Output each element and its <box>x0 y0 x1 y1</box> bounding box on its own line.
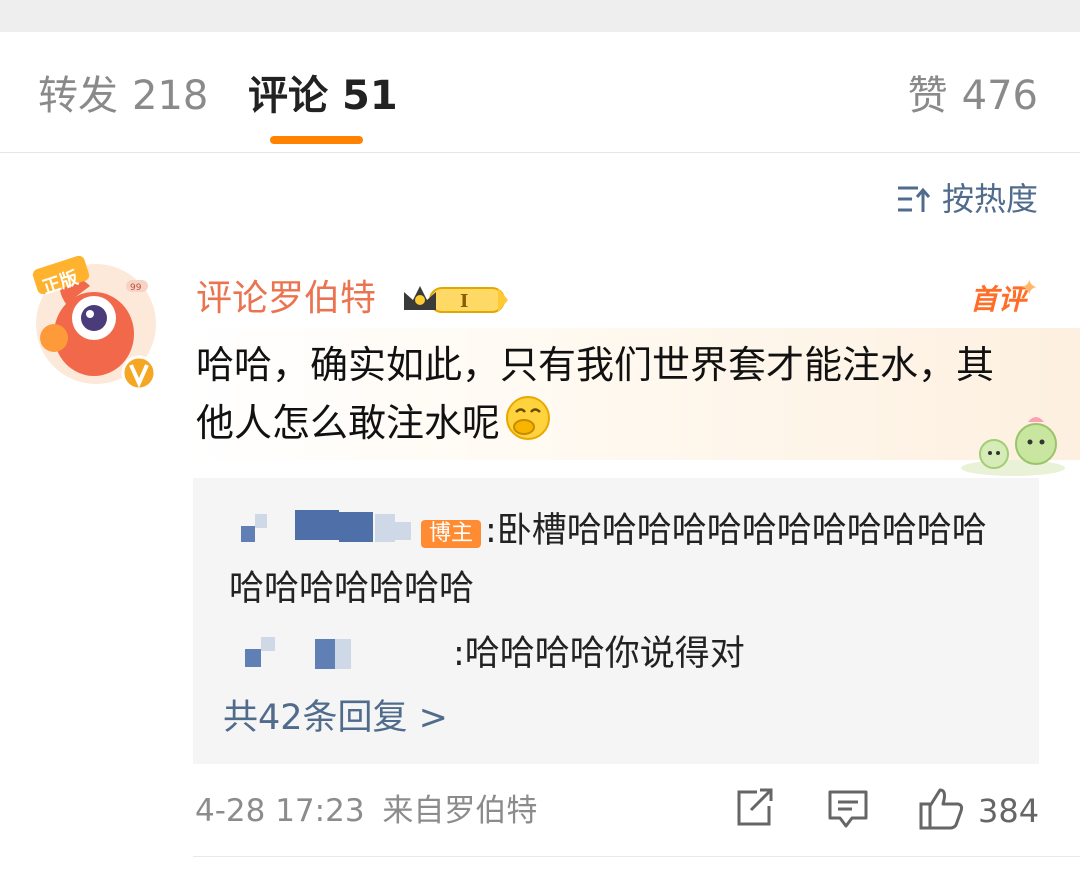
share-icon[interactable] <box>733 786 775 830</box>
top-strip <box>0 0 1080 32</box>
replies-box[interactable]: 博主:卧槽哈哈哈哈哈哈哈哈哈哈哈哈哈哈哈哈哈哈哈 :哈哈哈哈你说得对 共42条回… <box>193 478 1039 764</box>
view-more-replies-link[interactable]: 共42条回复 > <box>223 696 448 740</box>
comment-source: 来自罗伯特 <box>382 793 538 829</box>
comment-username[interactable]: 评论罗伯特 <box>196 276 376 322</box>
first-comment-tag: 首评 <box>970 283 1027 316</box>
sort-icon <box>897 186 930 212</box>
sparkle-icon: ✦ <box>1020 276 1039 301</box>
comment-text: 哈哈，确实如此，只有我们世界套才能注水，其他人怎么敢注水呢 <box>196 343 995 445</box>
tab-like-count: 476 <box>961 73 1038 119</box>
tab-bar: 转发 218 评论 51 赞 476 <box>0 32 1080 153</box>
tab-like[interactable]: 赞 476 <box>908 72 1038 120</box>
tab-comment-label: 评论 <box>248 73 328 119</box>
member-crown-badge-icon: I <box>404 286 508 313</box>
tab-repost-label: 转发 <box>38 73 118 119</box>
comment-content: 哈哈，确实如此，只有我们世界套才能注水，其他人怎么敢注水呢 <box>196 336 996 458</box>
tab-comment-count: 51 <box>342 73 398 119</box>
divider <box>193 856 1080 857</box>
mascot-decoration-icon <box>961 417 1065 476</box>
sort-label: 按热度 <box>941 180 1038 218</box>
reply-author-blurred <box>229 627 453 677</box>
comment-time: 4-28 17:23 <box>195 793 365 829</box>
tab-repost[interactable]: 转发 218 <box>38 72 208 120</box>
reply-author-blurred <box>229 504 419 554</box>
level-badge-text: I <box>460 291 468 312</box>
svg-text:99: 99 <box>130 283 142 293</box>
reply-item[interactable]: :哈哈哈哈你说得对 <box>229 626 1019 682</box>
laugh-cover-mouth-emoji-icon <box>504 394 552 458</box>
tab-repost-count: 218 <box>132 73 209 119</box>
thumbs-up-icon[interactable] <box>918 786 966 832</box>
tab-comment[interactable]: 评论 51 <box>248 72 398 120</box>
avatar[interactable]: 99 正版 <box>32 252 160 392</box>
comment-icon[interactable] <box>826 786 870 832</box>
reply-text: :哈哈哈哈你说得对 <box>453 634 745 674</box>
tab-like-label: 赞 <box>907 73 948 119</box>
active-tab-indicator <box>270 136 363 144</box>
comment-meta: 4-28 17:23 来自罗伯特 <box>195 790 537 832</box>
blogger-badge: 博主 <box>421 520 482 548</box>
reply-item[interactable]: 博主:卧槽哈哈哈哈哈哈哈哈哈哈哈哈哈哈哈哈哈哈哈 <box>229 502 1019 618</box>
like-count: 384 <box>978 792 1040 830</box>
sort-button[interactable]: 按热度 <box>896 178 1038 220</box>
